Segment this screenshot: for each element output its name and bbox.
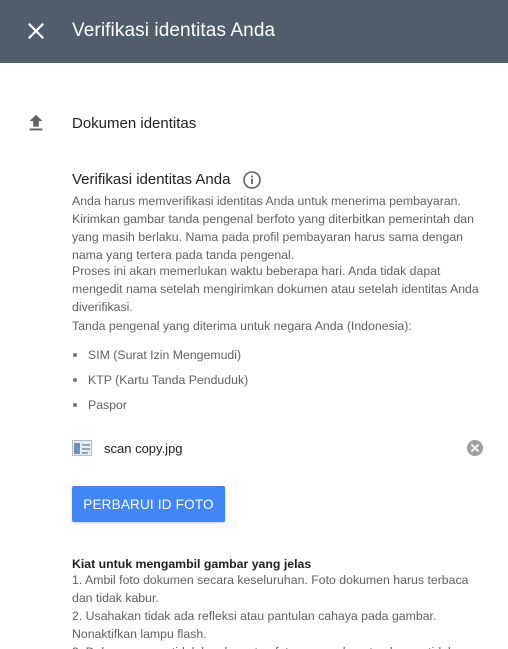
document-section-label: Dokumen identitas	[72, 115, 197, 132]
page-title: Verifikasi identitas Anda	[72, 20, 276, 41]
update-photo-id-button[interactable]: PERBARUI ID FOTO	[72, 486, 225, 522]
accepted-id-list: SIM (Surat Izin Mengemudi) KTP (Kartu Ta…	[72, 342, 248, 417]
file-name: scan copy.jpg	[104, 440, 183, 456]
remove-circle-icon[interactable]	[466, 439, 484, 457]
tips-text: 1. Ambil foto dokumen secara keseluruhan…	[72, 573, 469, 649]
uploaded-file-row: scan copy.jpg	[72, 438, 484, 458]
verify-section-title-text: Verifikasi identitas Anda	[72, 171, 231, 188]
verify-section-title: Verifikasi identitas Anda	[72, 170, 262, 190]
list-item: Paspor	[72, 392, 248, 417]
bullet-icon	[73, 402, 77, 407]
list-item-label: SIM (Surat Izin Mengemudi)	[88, 347, 242, 362]
verify-paragraph-2: Proses ini akan memerlukan waktu beberap…	[72, 264, 479, 314]
file-thumbnail	[72, 440, 92, 456]
list-item: KTP (Kartu Tanda Penduduk)	[72, 367, 248, 392]
verify-paragraph-1: Anda harus memverifikasi identitas Anda …	[72, 194, 474, 262]
verify-paragraph-3: Tanda pengenal yang diterima untuk negar…	[72, 319, 412, 333]
close-icon	[28, 23, 44, 39]
list-item-label: Paspor	[88, 397, 127, 412]
top-app-bar: Verifikasi identitas Anda	[0, 0, 508, 63]
info-icon[interactable]	[242, 170, 262, 190]
close-button[interactable]	[22, 17, 50, 45]
upload-icon	[29, 114, 43, 131]
bullet-icon	[73, 377, 77, 382]
list-item: SIM (Surat Izin Mengemudi)	[72, 342, 248, 367]
list-item-label: KTP (Kartu Tanda Penduduk)	[88, 372, 249, 387]
bullet-icon	[73, 352, 77, 357]
